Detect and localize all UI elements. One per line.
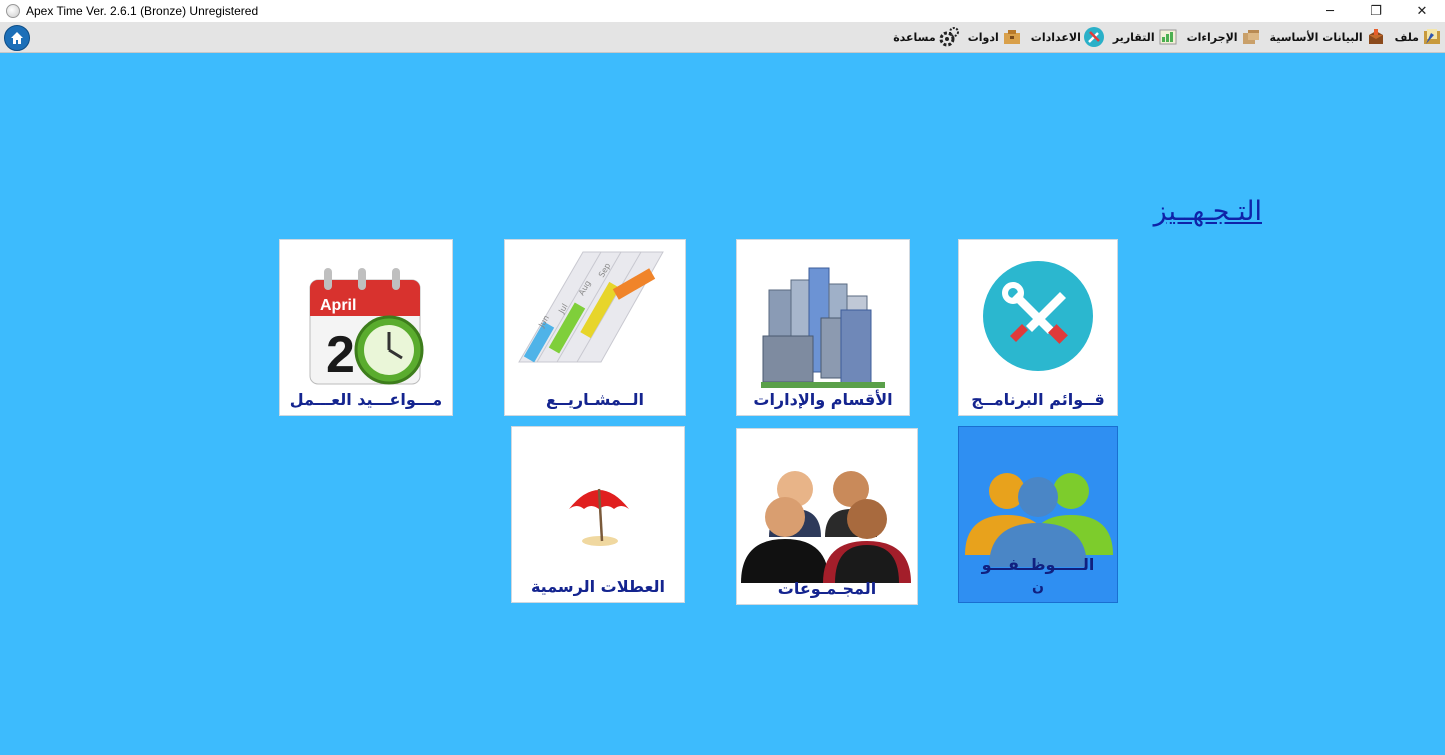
home-icon bbox=[11, 32, 23, 44]
tile-holidays-label: العطلات الرسمية bbox=[530, 577, 666, 596]
menu-item-basic-data[interactable]: البيانات الأساسية bbox=[1270, 26, 1387, 48]
menu-item-settings[interactable]: الاعدادات bbox=[1031, 26, 1105, 48]
menu-item-reports[interactable]: التقارير bbox=[1113, 26, 1179, 48]
tile-projects[interactable]: Jun Jul Aug Sep الــمشـاريــع bbox=[504, 239, 686, 416]
basic-data-icon bbox=[1365, 26, 1387, 48]
tile-employees-label: الـــــوظــفـــو bbox=[981, 555, 1095, 574]
settings-tools-icon bbox=[983, 261, 1093, 371]
minimize-button[interactable]: ─ bbox=[1307, 0, 1353, 22]
menu-item-file[interactable]: ملف bbox=[1395, 26, 1443, 48]
reports-icon bbox=[1157, 26, 1179, 48]
buildings-icon bbox=[761, 267, 885, 388]
window-title: Apex Time Ver. 2.6.1 (Bronze) Unregister… bbox=[26, 4, 259, 18]
tile-work-schedules[interactable]: April 20 مـــواعـــيد العـــمل bbox=[279, 239, 453, 416]
tile-employees[interactable]: الـــــوظــفـــو ن bbox=[958, 426, 1118, 603]
tile-groups[interactable]: المجـمـوعات bbox=[736, 428, 918, 605]
help-icon bbox=[938, 26, 960, 48]
restore-button[interactable]: ❐ bbox=[1353, 0, 1399, 22]
home-button[interactable] bbox=[4, 25, 30, 51]
file-icon bbox=[1421, 26, 1443, 48]
menu-bar: ملف البيانات الأساسية الإجراءات التقارير… bbox=[0, 22, 1445, 53]
calendar-month: April bbox=[320, 297, 356, 314]
tile-projects-label: الــمشـاريــع bbox=[546, 390, 644, 409]
tile-groups-label: المجـمـوعات bbox=[777, 579, 877, 598]
gantt-chart-icon: Jun Jul Aug Sep bbox=[518, 251, 664, 363]
groups-icon bbox=[741, 471, 911, 583]
section-title: التـجـهــيز bbox=[1153, 196, 1262, 227]
menu-item-tools[interactable]: ادوات bbox=[968, 26, 1023, 48]
settings-icon bbox=[1083, 26, 1105, 48]
tile-departments-label: الأقسام والإدارات bbox=[753, 390, 893, 409]
beach-umbrella-icon bbox=[569, 488, 629, 546]
menu-item-help[interactable]: مساعدة bbox=[893, 26, 960, 48]
tile-employees-label-wrap: ن bbox=[1032, 579, 1044, 595]
window-controls: ─ ❐ ✕ bbox=[1307, 0, 1445, 22]
tile-holidays[interactable]: العطلات الرسمية bbox=[511, 426, 685, 603]
menu-item-procedures[interactable]: الإجراءات bbox=[1187, 26, 1262, 48]
tile-program-lists-label: قــوائم البرنامــج bbox=[971, 390, 1105, 409]
procedures-icon bbox=[1240, 26, 1262, 48]
title-bar: Apex Time Ver. 2.6.1 (Bronze) Unregister… bbox=[0, 0, 1445, 22]
tools-icon bbox=[1001, 26, 1023, 48]
main-menu: ملف البيانات الأساسية الإجراءات التقارير… bbox=[885, 22, 1443, 52]
tile-program-lists[interactable]: قــوائم البرنامــج bbox=[958, 239, 1118, 416]
tile-departments[interactable]: الأقسام والإدارات bbox=[736, 239, 910, 416]
tile-work-schedules-label: مـــواعـــيد العـــمل bbox=[289, 390, 443, 409]
close-button[interactable]: ✕ bbox=[1399, 0, 1445, 22]
calendar-clock-icon: April 20 bbox=[309, 268, 424, 385]
app-icon bbox=[6, 4, 20, 18]
